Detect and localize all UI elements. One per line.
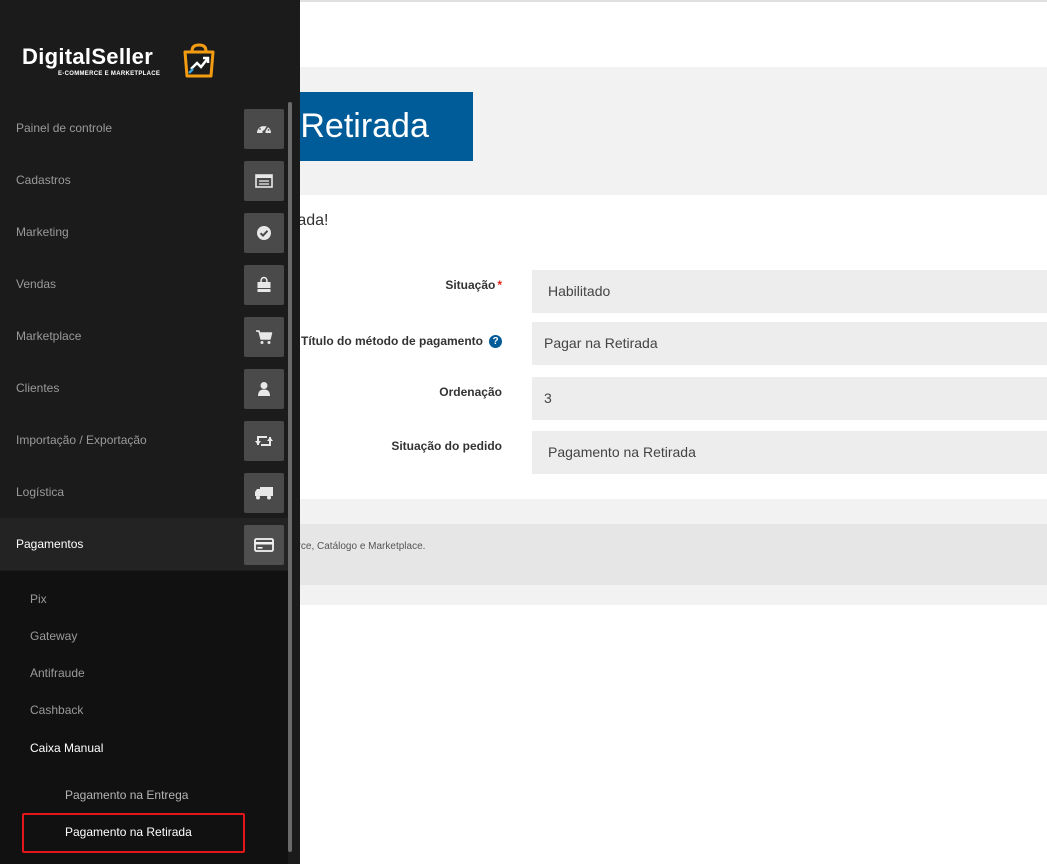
- sidebar: DigitalSeller E-COMMERCE E MARKETPLACE P…: [0, 0, 300, 864]
- sidebar-item-label: Pagamentos: [16, 537, 84, 551]
- required-marker: *: [497, 278, 502, 292]
- sidebar-item-label: Logística: [16, 485, 65, 499]
- footer-text: erce, Catálogo e Marketplace.: [292, 541, 426, 552]
- status-select[interactable]: Habilitado: [532, 270, 1047, 313]
- sidebar-item-marketing[interactable]: Marketing: [0, 206, 288, 258]
- sidebar-item-painel[interactable]: Painel de controle: [0, 102, 288, 154]
- logo-name: DigitalSeller: [22, 44, 154, 69]
- submenu-item-pagamento-entrega[interactable]: Pagamento na Entrega: [65, 788, 188, 802]
- sidebar-item-label: Cadastros: [16, 173, 71, 187]
- sidebar-item-pagamentos[interactable]: Pagamentos: [0, 518, 288, 570]
- submenu-item-antifraude[interactable]: Antifraude: [30, 666, 85, 680]
- sidebar-item-marketplace[interactable]: Marketplace: [0, 310, 288, 362]
- retweet-icon: [244, 421, 284, 461]
- submenu-item-caixa-manual[interactable]: Caixa Manual: [30, 741, 103, 755]
- selection-highlight: [22, 813, 245, 853]
- sidebar-item-label: Vendas: [16, 277, 57, 291]
- help-icon[interactable]: ?: [489, 335, 502, 348]
- sidebar-item-label: Importação / Exportação: [16, 433, 147, 447]
- logo[interactable]: DigitalSeller E-COMMERCE E MARKETPLACE: [22, 44, 160, 77]
- list-icon: [244, 161, 284, 201]
- sort-order-input[interactable]: 3: [532, 377, 1047, 420]
- shopping-bag-icon: [244, 265, 284, 305]
- sidebar-item-logistica[interactable]: Logística: [0, 466, 288, 518]
- credit-card-icon: [244, 525, 284, 565]
- check-circle-icon: [244, 213, 284, 253]
- sidebar-item-label: Marketplace: [16, 329, 82, 343]
- logo-tagline: E-COMMERCE E MARKETPLACE: [58, 71, 161, 77]
- submenu-item-pix[interactable]: Pix: [30, 592, 47, 606]
- sidebar-item-label: Painel de controle: [16, 121, 113, 135]
- sidebar-item-label: Marketing: [16, 225, 69, 239]
- user-icon: [244, 369, 284, 409]
- shopping-bag-logo-icon: [183, 43, 215, 78]
- order-status-select[interactable]: Pagamento na Retirada: [532, 431, 1047, 474]
- submenu-item-cashback[interactable]: Cashback: [30, 703, 83, 717]
- truck-icon: [244, 473, 284, 513]
- submenu-item-gateway[interactable]: Gateway: [30, 629, 77, 643]
- payment-title-input[interactable]: Pagar na Retirada: [532, 322, 1047, 365]
- cart-icon: [244, 317, 284, 357]
- sidebar-item-label: Clientes: [16, 381, 60, 395]
- dashboard-icon: [244, 109, 284, 149]
- sidebar-scrollbar[interactable]: [288, 102, 292, 852]
- sidebar-item-clientes[interactable]: Clientes: [0, 362, 288, 414]
- sidebar-item-importacao[interactable]: Importação / Exportação: [0, 414, 288, 466]
- sidebar-item-cadastros[interactable]: Cadastros: [0, 154, 288, 206]
- sidebar-item-vendas[interactable]: Vendas: [0, 258, 288, 310]
